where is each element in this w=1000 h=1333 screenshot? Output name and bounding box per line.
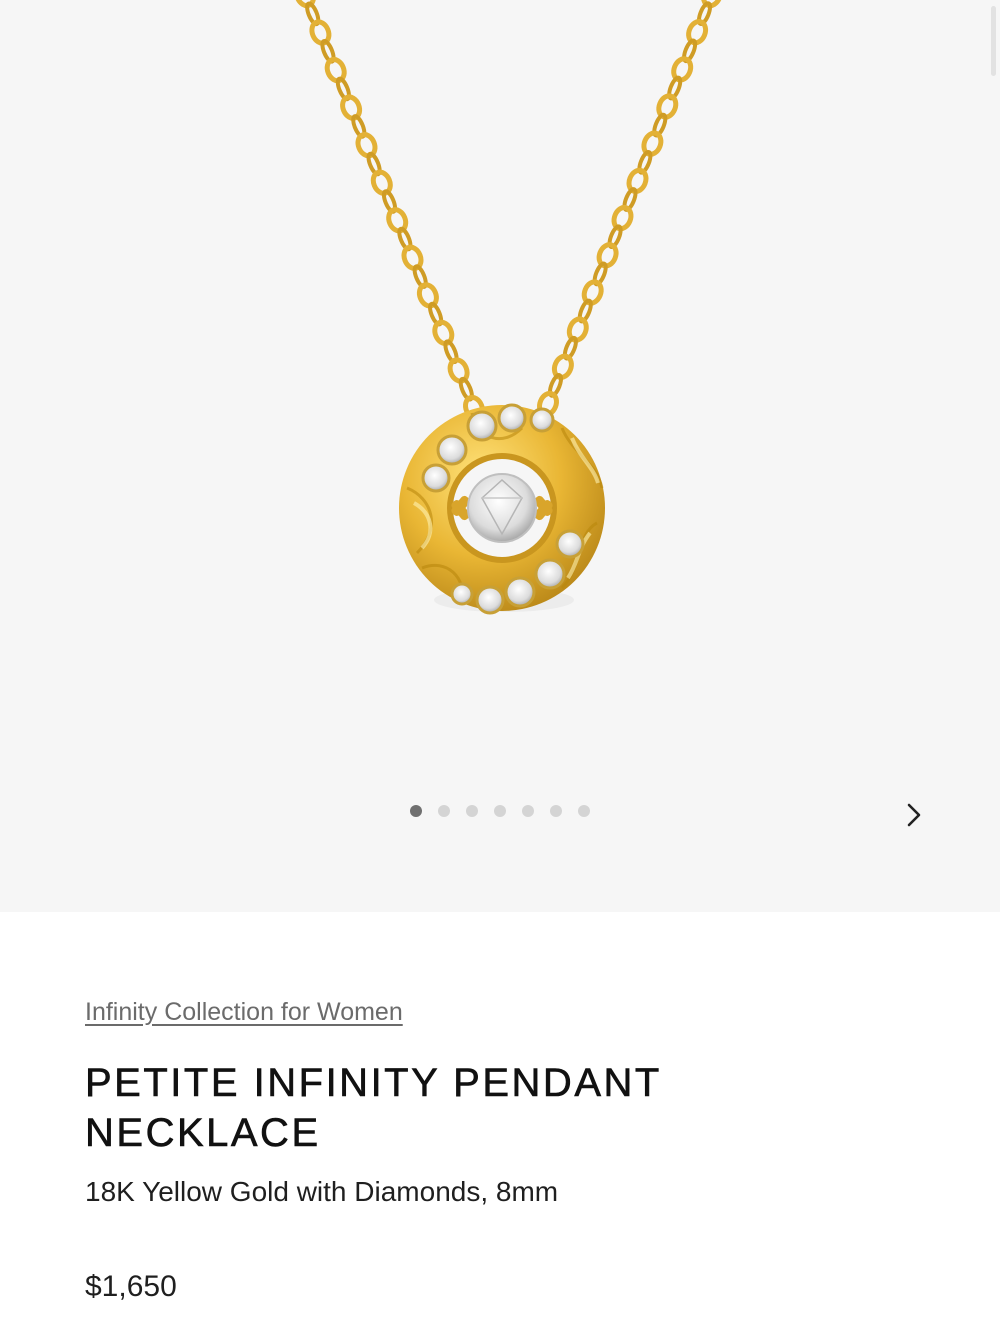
product-image xyxy=(294,0,723,615)
product-subtitle: 18K Yellow Gold with Diamonds, 8mm xyxy=(85,1176,559,1207)
carousel-dot[interactable] xyxy=(466,805,478,817)
collection-link[interactable]: Infinity Collection for Women xyxy=(85,998,403,1027)
carousel-dot[interactable] xyxy=(550,805,562,817)
necklace-chain-left xyxy=(294,0,485,422)
pendant xyxy=(399,403,605,615)
carousel-dot[interactable] xyxy=(410,805,422,817)
carousel-dot[interactable] xyxy=(494,805,506,817)
product-title: PETITE INFINITY PENDANT NECKLACE xyxy=(85,1061,662,1156)
carousel-dots xyxy=(0,805,1000,817)
chevron-right-icon xyxy=(907,803,921,827)
carousel-dot[interactable] xyxy=(578,805,590,817)
product-image-gallery[interactable] xyxy=(0,0,1000,912)
carousel-dot[interactable] xyxy=(522,805,534,817)
necklace-chain-right xyxy=(537,0,723,418)
carousel-dot[interactable] xyxy=(438,805,450,817)
next-slide-button[interactable] xyxy=(898,798,930,832)
product-price: $1,650 xyxy=(85,1270,177,1303)
